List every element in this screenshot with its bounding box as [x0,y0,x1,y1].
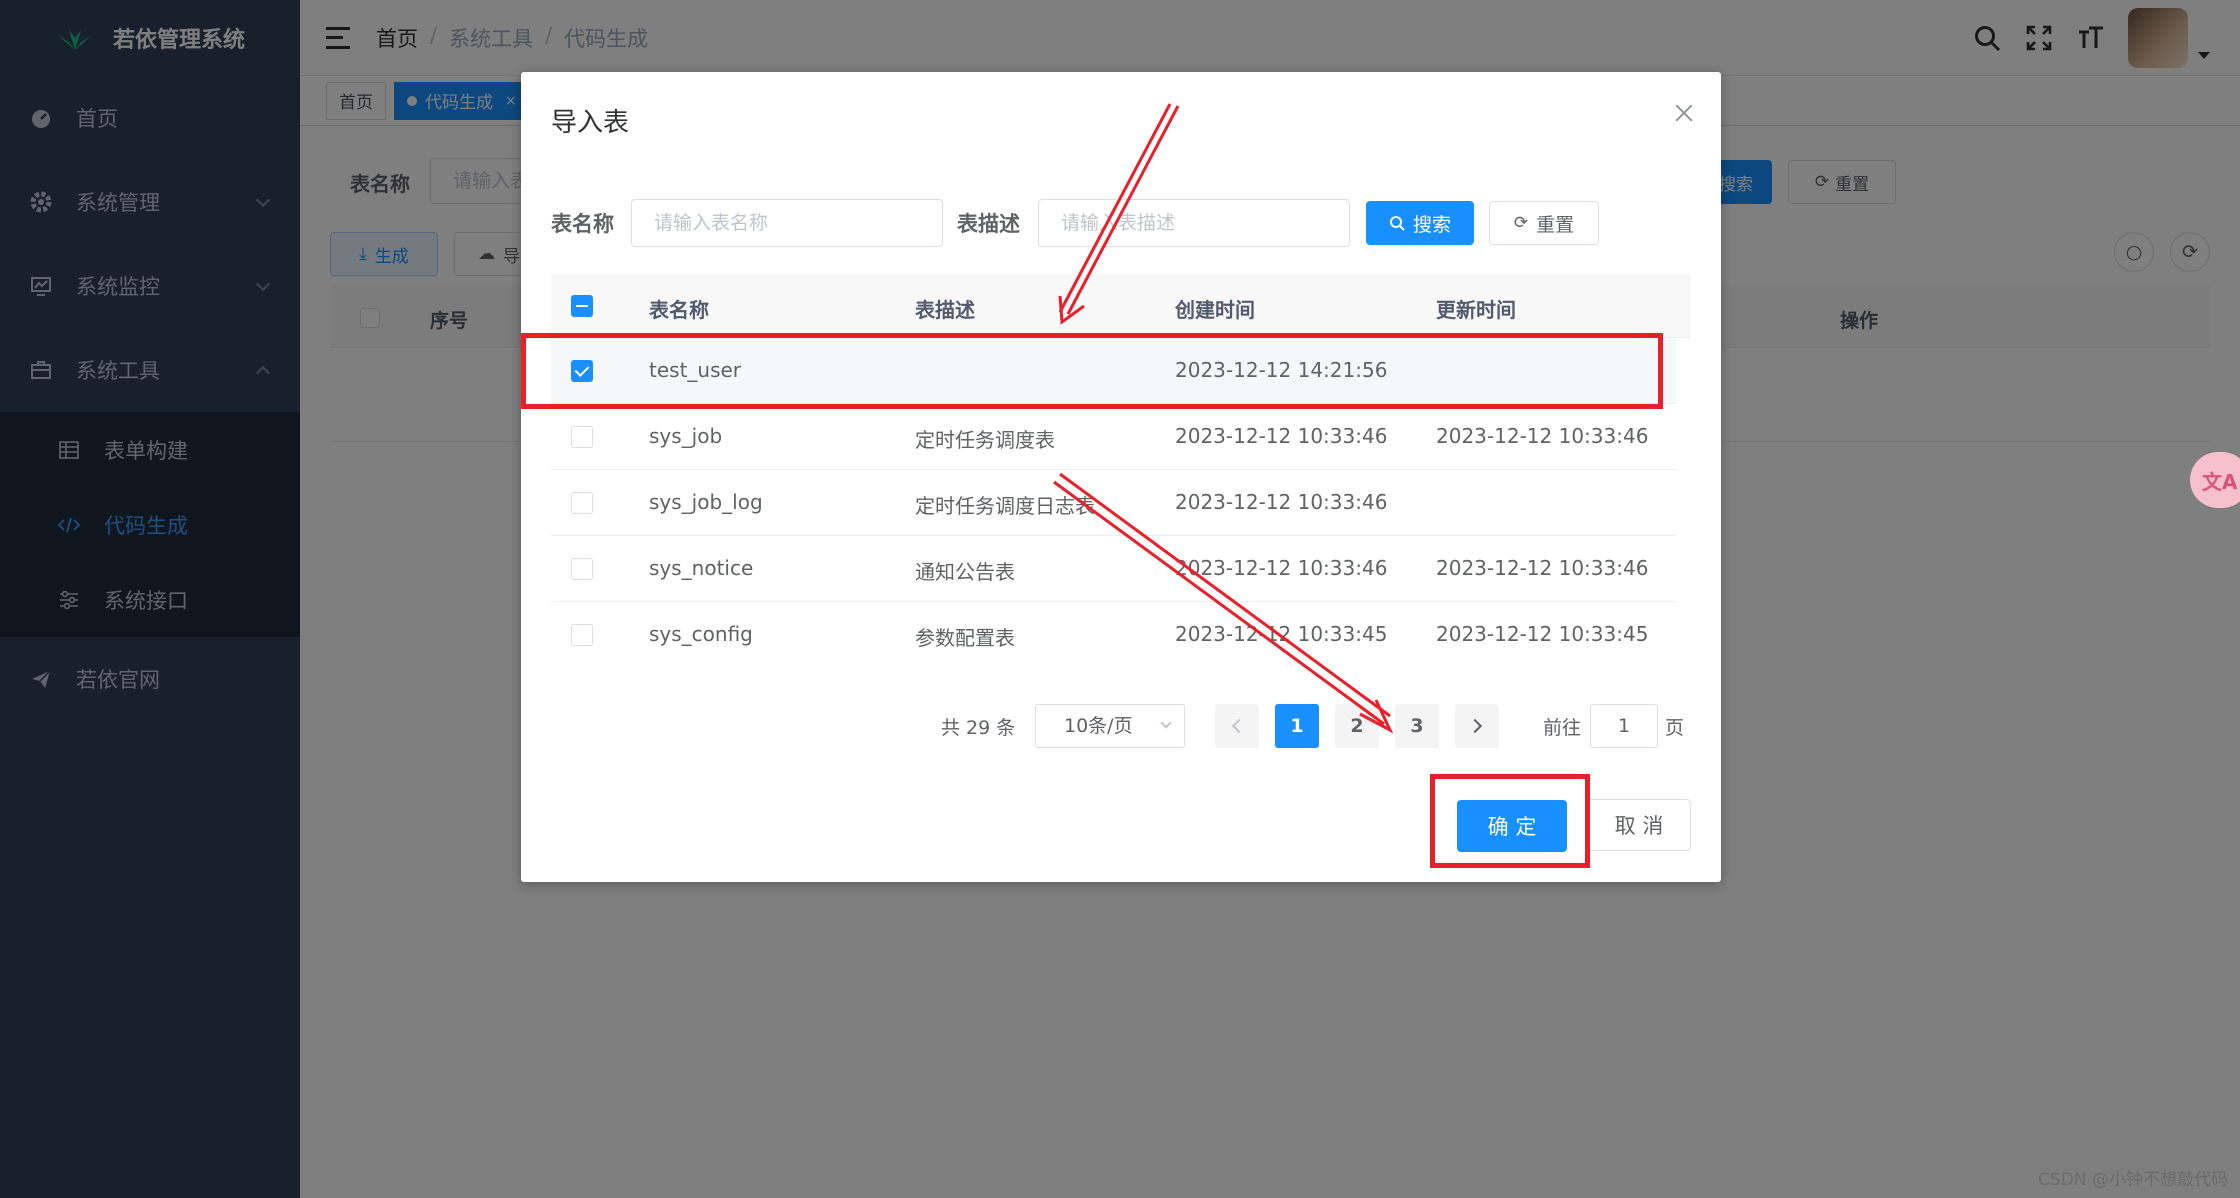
annotation-arrows [1053,103,1394,734]
arrow-to-page-3 [1053,472,1394,734]
watermark: CSDN @小钟不想敲代码 [2038,1170,2228,1190]
arrow-to-row [1058,103,1180,325]
